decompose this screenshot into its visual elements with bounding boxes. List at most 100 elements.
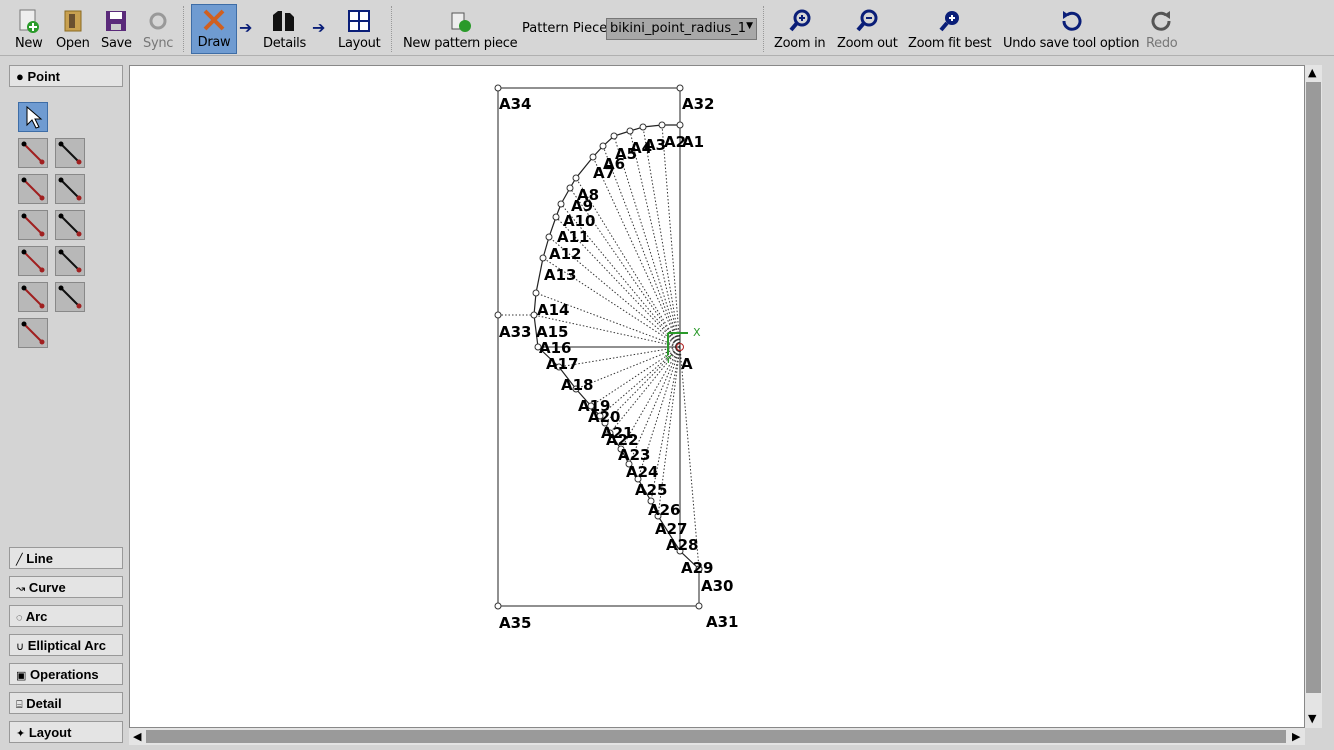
line-intersect-axis-tool[interactable]: [55, 282, 85, 312]
undo-icon: [1058, 8, 1084, 34]
point-label: A17: [546, 355, 578, 373]
save-button[interactable]: Save: [98, 4, 135, 54]
group-arc[interactable]: ◌ Arc: [9, 605, 123, 627]
group-elliptical-arc[interactable]: ∪ Elliptical Arc: [9, 634, 123, 656]
point-label: A: [681, 355, 693, 373]
new-button[interactable]: New: [12, 4, 45, 54]
intersect-xy-tool[interactable]: [55, 246, 85, 276]
draw-mode-button[interactable]: Draw: [191, 4, 237, 54]
vertical-scroll-thumb[interactable]: [1306, 82, 1321, 693]
point-label: A32: [682, 95, 714, 113]
point-marker: [676, 84, 684, 92]
group-line[interactable]: ╱ Line: [9, 547, 123, 569]
construction-ray: [661, 124, 681, 348]
curve-icon: ↝: [16, 583, 26, 595]
point-label: A7: [593, 164, 615, 182]
pencil-ruler-icon: [201, 7, 227, 33]
point-label: A11: [557, 228, 589, 246]
point-marker: [532, 289, 540, 297]
zoom-out-button[interactable]: Zoom out: [834, 4, 901, 54]
point-tools-group[interactable]: ● Point: [9, 65, 123, 87]
point-marker: [494, 602, 502, 610]
elliptical-arc-icon: ∪: [16, 641, 25, 653]
triangle-tool[interactable]: [18, 246, 48, 276]
point-marker: [639, 123, 647, 131]
point-label: A34: [499, 95, 531, 113]
cursor-arrow-icon: [26, 105, 43, 129]
bisector-tool[interactable]: [55, 174, 85, 204]
layout-mode-button[interactable]: Layout: [335, 4, 383, 54]
point-marker: [494, 84, 502, 92]
point-marker: [610, 132, 618, 140]
point-label: A35: [499, 614, 531, 632]
sync-button[interactable]: Sync: [140, 4, 176, 54]
zoom-out-icon: [854, 8, 880, 34]
point-marker: [539, 254, 547, 262]
point-label: A14: [537, 301, 569, 319]
normal-tool[interactable]: [18, 174, 48, 204]
group-detail[interactable]: ⌸ Detail: [9, 692, 123, 714]
main-toolbar: New Open Save Sync Draw ➔ Details ➔ Layo…: [0, 0, 1334, 56]
point-marker: [552, 213, 560, 221]
group-operations[interactable]: ▣ Operations: [9, 663, 123, 685]
point-marker: [494, 311, 502, 319]
folder-icon: [60, 8, 86, 34]
line-tool-icon: [21, 141, 45, 165]
pattern-pieces-icon: [271, 8, 297, 34]
point-label: A24: [626, 463, 658, 481]
point-marker: [572, 174, 580, 182]
new-piece-icon: [447, 8, 473, 34]
along-line-tool[interactable]: [55, 138, 85, 168]
group-layout[interactable]: ✦ Layout: [9, 721, 123, 743]
axis-y-label: Y: [664, 353, 672, 366]
pointer-tool[interactable]: [18, 102, 48, 132]
arrow-icon: ➔: [312, 18, 326, 37]
pattern-piece-select[interactable]: bikini_point_radius_1 ▼: [606, 18, 757, 40]
pattern-drawing: XY AA1A2A3A4A5A6A7A8A9A10A11A12A13A14A15A…: [494, 84, 738, 632]
scroll-left-icon[interactable]: ◀: [133, 730, 141, 743]
shoulder-point-tool[interactable]: [18, 210, 48, 240]
zoom-in-icon: [787, 8, 813, 34]
undo-button[interactable]: Undo save tool option: [1000, 4, 1142, 54]
group-curve[interactable]: ↝ Curve: [9, 576, 123, 598]
operations-icon: ▣: [16, 670, 27, 682]
toolbar-separator: [183, 6, 185, 52]
redo-button[interactable]: Redo: [1143, 4, 1180, 54]
scroll-right-icon[interactable]: ▶: [1292, 730, 1300, 743]
new-pattern-piece-button[interactable]: New pattern piece: [400, 4, 520, 54]
horizontal-scroll-thumb[interactable]: [146, 730, 1286, 743]
arc-icon: ◌: [16, 612, 23, 624]
zoom-in-button[interactable]: Zoom in: [771, 4, 828, 54]
point-label: A29: [681, 559, 713, 577]
line-tool[interactable]: [18, 138, 48, 168]
point-of-contact-tool[interactable]: [55, 210, 85, 240]
open-button[interactable]: Open: [53, 4, 93, 54]
scroll-down-icon[interactable]: ▼: [1308, 712, 1316, 725]
midpoint-tool[interactable]: [18, 318, 48, 348]
line-intersect-axis-tool-icon: [58, 285, 82, 309]
details-mode-button[interactable]: Details: [260, 4, 309, 54]
point-label: A13: [544, 266, 576, 284]
dropdown-arrow-icon: ▼: [746, 21, 753, 31]
sync-icon: [145, 8, 171, 34]
pattern-piece-label: Pattern Piece:: [522, 21, 612, 36]
zoom-fit-best-button[interactable]: Zoom fit best: [905, 4, 994, 54]
new-file-icon: [16, 8, 42, 34]
point-marker: [658, 121, 666, 129]
layout-icon: [346, 8, 372, 34]
point-label: A33: [499, 323, 531, 341]
layout-icon: ✦: [16, 728, 26, 740]
bisector-tool-icon: [58, 177, 82, 201]
height-tool-icon: [21, 285, 45, 309]
point-marker: [566, 184, 574, 192]
height-tool[interactable]: [18, 282, 48, 312]
floppy-icon: [103, 8, 129, 34]
drawing-canvas[interactable]: X Y A A1 A2 A3 A4 A5 A6 A7 A8 A9 A10 A11 A12 A13 A14 A15 A…: [129, 65, 1305, 728]
construction-ray: [629, 130, 681, 348]
tool-panel: ● Point ╱ Line ↝ Curve ◌ Arc ∪ Elliptical A…: [0, 58, 128, 750]
line-icon: ╱: [16, 554, 23, 566]
scroll-up-icon[interactable]: ▲: [1308, 66, 1316, 79]
double-arrow-icon: ➔: [239, 18, 253, 37]
toolbar-separator: [763, 6, 765, 52]
point-label: A28: [666, 536, 698, 554]
